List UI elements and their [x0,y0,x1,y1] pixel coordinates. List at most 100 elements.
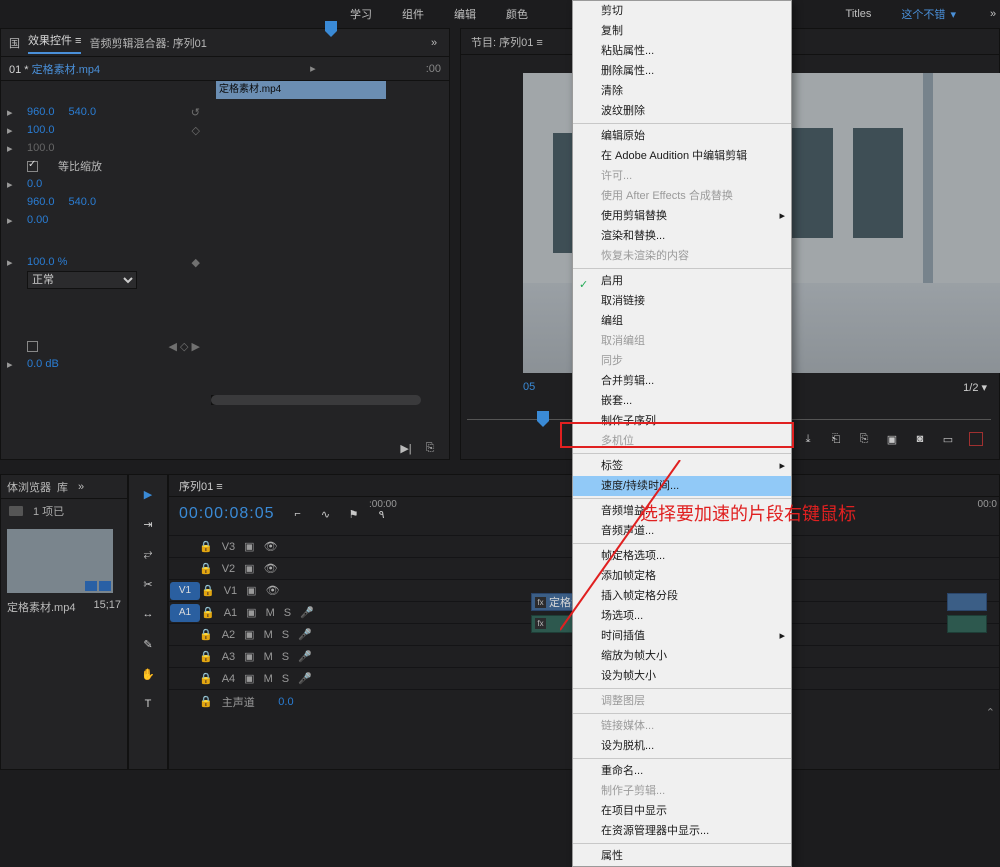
timeline-timecode[interactable]: 00:00:08:05 [179,505,275,523]
track-label-a4[interactable]: A4 [222,673,235,685]
compare-icon[interactable]: ▭ [941,433,955,446]
anchor-x[interactable]: 960.0 [27,196,55,208]
position-y[interactable]: 540.0 [69,106,97,118]
anchor-y[interactable]: 540.0 [69,196,97,208]
mi-properties[interactable]: 属性 [573,846,791,866]
tab-audio-mixer[interactable]: 音频剪辑混合器: 序列01 [89,35,206,51]
mi-enable[interactable]: 启用 [573,271,791,291]
zoom-select[interactable]: 1/2▾ [963,381,987,394]
sequence-tab[interactable]: 序列01 ≡ [179,478,223,494]
mi-scale-to-frame[interactable]: 缩放为帧大小 [573,646,791,666]
clip-name[interactable]: 定格素材.mp4 [7,599,75,615]
loop-icon[interactable]: ⎘ [423,442,437,455]
tab-media-browser[interactable]: 体浏览器 [7,479,51,495]
collapse-icon[interactable]: ⌃ [986,706,995,719]
audio-clip-end[interactable] [947,615,987,633]
mark-in-icon[interactable]: ⤓ [801,433,815,446]
tab-library[interactable]: 库 [57,479,68,495]
tab-assemble[interactable]: 组件 [402,6,424,22]
mi-merge[interactable]: 合并剪辑... [573,371,791,391]
track-label-a1[interactable]: A1 [224,607,237,619]
overflow-icon[interactable]: » [986,8,1000,20]
mi-edit-audition[interactable]: 在 Adobe Audition 中编辑剪辑 [573,146,791,166]
mi-clip-replace[interactable]: 使用剪辑替换▸ [573,206,791,226]
tab-titles[interactable]: Titles [846,8,872,20]
keyframe-marker-icon[interactable] [325,21,337,37]
scale[interactable]: 100.0 [27,124,55,136]
eye-icon[interactable]: 👁 [266,584,280,597]
marker-icon[interactable]: ⚑ [347,508,361,521]
play-around-icon[interactable]: ▶| [399,442,413,455]
type-tool-icon[interactable]: T [137,695,159,713]
rotation[interactable]: 0.0 [27,178,42,190]
tab-custom[interactable]: 这个不错 ▾ [901,6,956,22]
mi-frame-hold-opts[interactable]: 帧定格选项... [573,546,791,566]
track-label-v1[interactable]: V1 [224,585,237,597]
extract-icon[interactable]: ⎘ [857,433,871,446]
mic-icon[interactable]: 🎤 [300,606,314,619]
lock-icon[interactable]: 🔒 [199,562,213,575]
fx-scrollbar[interactable] [211,395,409,405]
track-label-a3[interactable]: A3 [222,651,235,663]
track-select-tool-icon[interactable]: ⇥ [137,515,159,533]
razor-tool-icon[interactable]: ✂ [137,575,159,593]
folder-icon[interactable] [9,506,23,516]
mi-reveal-project[interactable]: 在项目中显示 [573,801,791,821]
mi-unlink[interactable]: 取消链接 [573,291,791,311]
toggle-output-icon[interactable]: ▣ [244,562,254,575]
mi-render-replace[interactable]: 渲染和替换... [573,226,791,246]
track-label-v2[interactable]: V2 [222,563,235,575]
source-patch-v1[interactable]: V1 [170,582,200,600]
program-tab[interactable]: 节目: 序列01 ≡ [471,34,543,50]
eye-icon[interactable]: 👁 [264,540,278,553]
chevron-down-icon[interactable]: ▾ [947,9,956,21]
mi-add-frame-hold[interactable]: 添加帧定格 [573,566,791,586]
video-clip-end[interactable] [947,593,987,611]
toggle-output-icon[interactable]: ▣ [246,606,256,619]
pen-tool-icon[interactable]: ✎ [137,635,159,653]
camera-icon[interactable]: ◙ [913,433,927,445]
eye-icon[interactable]: 👁 [264,562,278,575]
lock-icon[interactable]: 🔒 [201,584,215,597]
mi-time-interp[interactable]: 时间插值▸ [573,626,791,646]
mi-insert-frame-hold[interactable]: 插入帧定格分段 [573,586,791,606]
mi-ripple-delete[interactable]: 波纹删除 [573,101,791,121]
lock-icon[interactable]: 🔒 [201,606,215,619]
tab-effect-controls[interactable]: 效果控件 ≡ [28,32,81,54]
uniform-scale-checkbox[interactable] [27,161,38,172]
clip-thumbnail[interactable] [7,529,113,593]
selection-tool-icon[interactable]: ▶ [137,485,159,503]
toggle-output-icon[interactable]: ▣ [244,540,254,553]
track-label-v3[interactable]: V3 [222,541,235,553]
safe-margins-icon[interactable] [969,432,983,446]
mi-copy[interactable]: 复制 [573,21,791,41]
mi-make-offline[interactable]: 设为脱机... [573,736,791,756]
ripple-edit-tool-icon[interactable]: ⥂ [137,545,159,563]
toggle-output-icon[interactable]: ▣ [246,584,256,597]
tab-learn[interactable]: 学习 [350,6,372,22]
blend-mode-select[interactable]: 正常 [27,271,137,289]
kf-icon[interactable]: ◇ [192,124,200,137]
source-clip-name[interactable]: 01 * 定格素材.mp4 [9,61,100,77]
mi-reveal-explorer[interactable]: 在资源管理器中显示... [573,821,791,841]
audio-level[interactable]: 0.0 dB [27,358,59,370]
mi-speed-duration[interactable]: 速度/持续时间... [573,476,791,496]
mi-label[interactable]: 标签▸ [573,456,791,476]
mi-edit-original[interactable]: 编辑原始 [573,126,791,146]
source-patch-a1[interactable]: A1 [170,604,200,622]
tab-edit[interactable]: 编辑 [454,6,476,22]
linked-selection-icon[interactable]: ∿ [319,508,333,521]
position-x[interactable]: 960.0 [27,106,55,118]
snap-icon[interactable]: ⌐ [291,508,305,521]
opacity[interactable]: 100.0 % [27,256,67,268]
tab-source-home[interactable]: 国 [9,35,20,51]
panel-menu-icon[interactable]: » [427,37,441,49]
audio-bypass-checkbox[interactable] [27,341,38,352]
mi-paste-attr[interactable]: 粘贴属性... [573,41,791,61]
mi-field-options[interactable]: 场选项... [573,606,791,626]
reset-icon[interactable]: ↺ [191,106,200,119]
mi-group[interactable]: 编组 [573,311,791,331]
program-timecode[interactable]: 05 [523,381,535,393]
lock-icon[interactable]: 🔒 [199,540,213,553]
mi-set-to-frame[interactable]: 设为帧大小 [573,666,791,686]
